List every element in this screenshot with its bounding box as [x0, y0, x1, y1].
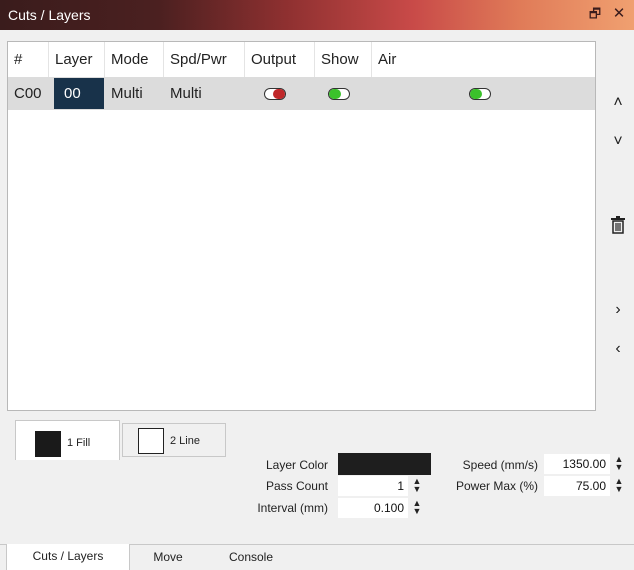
pass-count-spin-icon[interactable]: ▲ ▼ — [410, 477, 424, 495]
tab-line[interactable]: 2 Line — [122, 423, 226, 457]
layers-grid: # Layer Mode Spd/Pwr Output Show Air C00… — [7, 41, 596, 411]
interval-spin-icon[interactable]: ▲ ▼ — [410, 499, 424, 517]
show-toggle[interactable] — [328, 88, 350, 100]
table-row[interactable]: C00 00 Multi Multi — [8, 77, 595, 110]
layer-color-picker[interactable] — [338, 453, 431, 475]
speed-spin-icon[interactable]: ▲ ▼ — [612, 455, 626, 473]
line-color-swatch — [138, 428, 164, 454]
tab-fill-label: 1 Fill — [67, 437, 91, 449]
row-num: C00 — [14, 85, 42, 102]
output-toggle[interactable] — [264, 88, 286, 100]
tab-console[interactable]: Console — [206, 545, 296, 570]
float-icon[interactable]: 🗗 — [586, 5, 604, 23]
column-header-output[interactable]: Output — [245, 42, 315, 77]
tab-line-label: 2 Line — [170, 435, 200, 447]
delete-icon[interactable] — [604, 210, 632, 240]
pass-count-field[interactable]: 1 — [338, 476, 408, 496]
power-max-spin-icon[interactable]: ▲ ▼ — [612, 477, 626, 495]
air-toggle[interactable] — [469, 88, 491, 100]
layer-swatch[interactable]: 00 — [54, 78, 104, 109]
column-header-air[interactable]: Air — [372, 42, 595, 77]
grid-header: # Layer Mode Spd/Pwr Output Show Air — [8, 42, 595, 77]
row-mode[interactable]: Multi — [105, 77, 143, 110]
layer-color-label: Layer Color — [265, 458, 328, 472]
column-header-num[interactable]: # — [8, 42, 49, 77]
pass-count-label: Pass Count — [265, 479, 328, 493]
move-up-icon[interactable]: ˄ — [604, 88, 632, 118]
tab-fill[interactable]: 1 Fill — [15, 420, 120, 460]
column-header-show[interactable]: Show — [315, 42, 372, 77]
bottom-tab-bar: Cuts / Layers Move Console — [0, 544, 634, 570]
speed-label: Speed (mm/s) — [462, 458, 538, 472]
move-down-icon[interactable]: ˅ — [604, 127, 632, 157]
fill-color-swatch — [35, 431, 61, 457]
interval-label: Interval (mm) — [257, 501, 328, 515]
column-header-mode[interactable]: Mode — [105, 42, 164, 77]
title-bar: Cuts / Layers 🗗 ✕ — [0, 0, 634, 30]
layer-settings-panel: 1 Fill 2 Line Layer Color Pass Count 1 ▲… — [0, 413, 634, 543]
tab-cuts-layers[interactable]: Cuts / Layers — [6, 544, 130, 570]
interval-field[interactable]: 0.100 — [338, 498, 408, 518]
tab-move[interactable]: Move — [132, 545, 204, 570]
close-icon[interactable]: ✕ — [610, 5, 628, 23]
row-spd-pwr: Multi — [170, 85, 202, 102]
column-header-layer[interactable]: Layer — [49, 42, 105, 77]
power-max-label: Power Max (%) — [455, 479, 538, 493]
collapse-left-icon[interactable]: ‹ — [604, 334, 632, 364]
expand-right-icon[interactable]: › — [604, 295, 632, 325]
power-max-field[interactable]: 75.00 — [544, 476, 610, 496]
speed-field[interactable]: 1350.00 — [544, 454, 610, 474]
window-title: Cuts / Layers — [8, 7, 91, 23]
column-header-spd-pwr[interactable]: Spd/Pwr — [164, 42, 245, 77]
